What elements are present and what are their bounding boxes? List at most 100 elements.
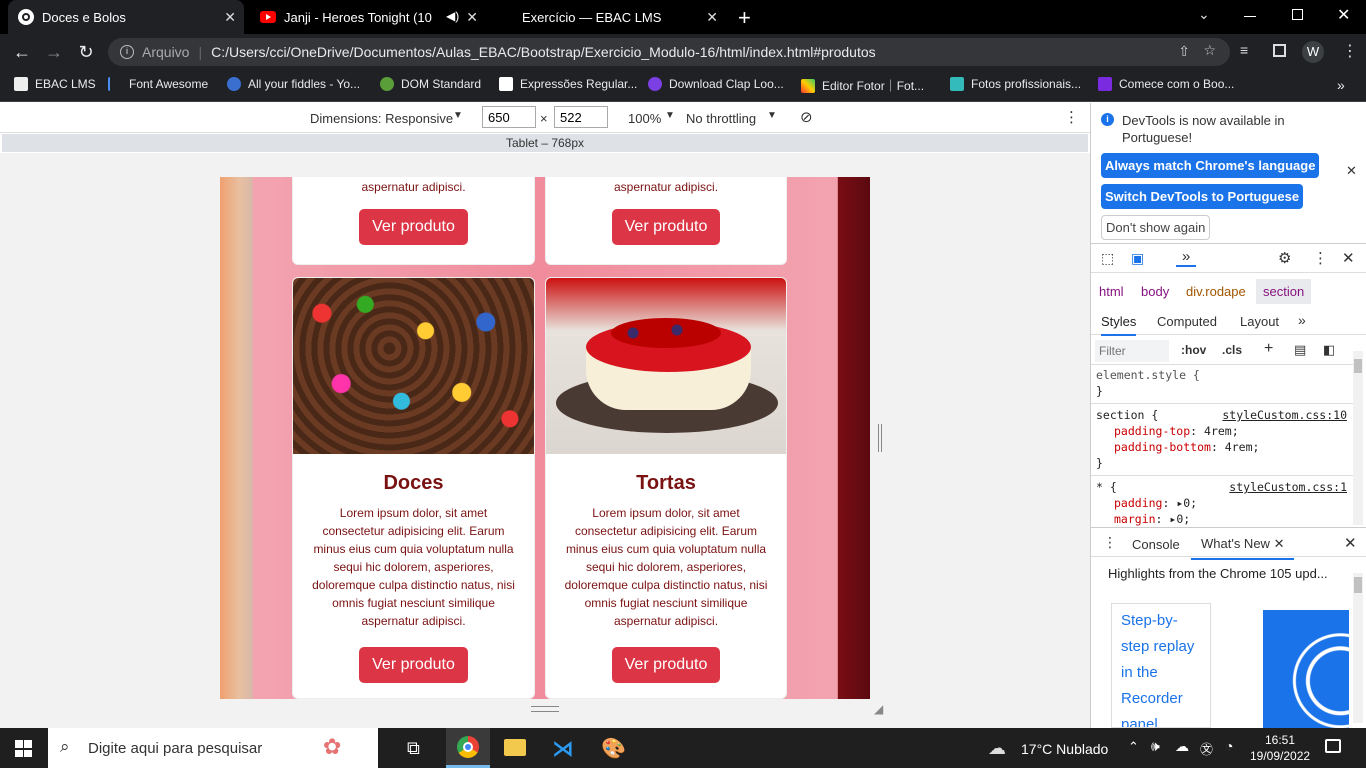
chrome-taskbar-button[interactable] (446, 728, 490, 768)
menu-icon[interactable]: ⋮ (1342, 41, 1358, 61)
maximize-button[interactable] (1292, 9, 1303, 20)
ver-produto-button[interactable]: Ver produto (611, 647, 721, 683)
back-button[interactable]: ← (10, 40, 34, 64)
css-prop[interactable]: padding-bottom (1114, 440, 1211, 454)
switch-portuguese-button[interactable]: Switch DevTools to Portuguese (1101, 184, 1304, 209)
device-toggle-icon[interactable]: ▣ (1131, 250, 1144, 267)
paint-palette-icon[interactable]: 🎨 (601, 736, 626, 761)
css-prop[interactable]: padding-top (1114, 424, 1190, 438)
speaker-icon[interactable]: ◀) (446, 9, 459, 23)
tab-layout[interactable]: Layout (1240, 314, 1279, 329)
add-rule-icon[interactable]: + (1264, 340, 1273, 358)
file-explorer-icon[interactable] (504, 739, 526, 756)
close-icon[interactable]: ✕ (1346, 163, 1357, 179)
throttle-select[interactable]: No throttling (686, 111, 756, 126)
ime-icon[interactable]: ㉆ (1200, 739, 1213, 758)
drawer-tab-console[interactable]: Console (1132, 537, 1180, 552)
dont-show-button[interactable]: Don't show again (1101, 215, 1211, 240)
notifications-icon[interactable] (1325, 739, 1341, 753)
bookmark-regex[interactable]: Expressões Regular... (499, 77, 637, 91)
bookmark-dom[interactable]: DOM Standard (380, 77, 481, 91)
css-value[interactable]: 4rem; (1204, 424, 1239, 438)
wifi-icon[interactable]: ◔ (1225, 738, 1233, 754)
gear-icon[interactable]: ⚙ (1278, 249, 1291, 267)
address-bar[interactable]: i Arquivo | C:/Users/cci/OneDrive/Docume… (108, 38, 1230, 66)
breadcrumb-div[interactable]: div.rodape (1186, 284, 1246, 299)
close-drawer-icon[interactable]: ✕ (1344, 534, 1357, 552)
star-source-link[interactable]: styleCustom.css:1 (1229, 479, 1347, 495)
close-window-button[interactable]: ✕ (1337, 5, 1350, 25)
bookmark-fotos[interactable]: Fotos profissionais... (950, 77, 1081, 91)
drawer-tab-whats-new[interactable]: What's New (1201, 536, 1270, 551)
profile-avatar[interactable]: W (1302, 41, 1324, 63)
clock[interactable]: 16:51 19/09/2022 (1250, 732, 1310, 764)
styles-scrollbar[interactable] (1353, 351, 1363, 525)
resize-handle-bottom[interactable] (531, 706, 559, 712)
cls-toggle[interactable]: .cls (1222, 343, 1242, 357)
css-value[interactable]: 0; (1176, 512, 1190, 526)
more-subtabs-icon[interactable]: » (1298, 312, 1306, 328)
task-view-icon[interactable]: ⧉ (407, 738, 420, 759)
more-options-icon[interactable]: ⋮ (1064, 108, 1079, 126)
ver-produto-button[interactable]: Ver produto (611, 209, 721, 245)
bookmark-jsfiddle[interactable]: All your fiddles - Yo... (227, 77, 360, 91)
close-icon[interactable]: ✕ (706, 9, 718, 26)
weather-text[interactable]: 17°C Nublado (1021, 741, 1108, 757)
ver-produto-button[interactable]: Ver produto (359, 209, 468, 245)
close-icon[interactable]: ✕ (466, 9, 478, 26)
close-devtools-icon[interactable]: ✕ (1342, 249, 1355, 267)
feature-link[interactable]: Step-by-step replay in the Recorder pane… (1111, 603, 1211, 728)
sidepanel-icon[interactable] (1273, 44, 1286, 57)
hov-toggle[interactable]: :hov (1181, 343, 1206, 357)
tab-search-icon[interactable]: ⌄ (1198, 6, 1210, 23)
css-prop[interactable]: padding (1114, 496, 1162, 510)
media-icon[interactable]: ≡ (1240, 42, 1248, 58)
share-icon[interactable]: ⇧ (1178, 43, 1190, 60)
bookmark-fotor[interactable]: Editor Fotor｜Fot... (801, 77, 924, 94)
css-value[interactable]: 4rem; (1225, 440, 1260, 454)
drawer-scrollbar[interactable] (1353, 573, 1363, 723)
ver-produto-button[interactable]: Ver produto (359, 647, 468, 683)
minimize-button[interactable] (1244, 16, 1256, 17)
tab-computed[interactable]: Computed (1157, 314, 1217, 329)
tab-styles[interactable]: Styles (1101, 314, 1137, 336)
tray-chevron-icon[interactable]: ⌃ (1128, 739, 1139, 755)
bookmark-ebac[interactable]: EBAC LMS (14, 77, 96, 91)
section-source-link[interactable]: styleCustom.css:10 (1222, 407, 1347, 423)
styles-filter-input[interactable] (1095, 340, 1169, 362)
inspect-icon[interactable]: ⬚ (1101, 250, 1114, 267)
media-query-bar[interactable]: Tablet – 768px (2, 134, 1088, 152)
bookmark-bootstrap[interactable]: Comece com o Boo... (1098, 77, 1234, 91)
css-prop[interactable]: margin (1114, 512, 1156, 526)
bookmark-fontawesome[interactable]: Font Awesome (108, 77, 208, 91)
menu-icon[interactable]: ⋮ (1313, 249, 1328, 267)
zoom-select[interactable]: 100% (628, 111, 661, 126)
tab-exercicio[interactable]: Exercício — EBAC LMS ✕ (490, 0, 726, 34)
info-icon[interactable]: i (120, 45, 134, 59)
height-input[interactable] (554, 106, 608, 128)
close-icon[interactable]: ✕ (224, 9, 236, 26)
paint-icon[interactable]: ▤ (1294, 342, 1306, 358)
star-icon[interactable]: ☆ (1203, 42, 1216, 59)
rotate-icon[interactable]: ⊘ (800, 108, 813, 126)
sidebar-toggle-icon[interactable]: ◧ (1323, 342, 1335, 358)
tab-janji[interactable]: Janji - Heroes Tonight (10 Ho ◀) ✕ (250, 0, 486, 34)
more-tabs-icon[interactable]: » (1176, 248, 1197, 267)
windows-start-icon[interactable] (15, 740, 32, 757)
more-bookmarks-icon[interactable]: » (1337, 77, 1345, 93)
resize-corner-icon[interactable]: ◢ (874, 702, 883, 716)
new-tab-button[interactable]: + (738, 5, 751, 31)
breadcrumb-section[interactable]: section (1256, 279, 1312, 304)
drawer-menu-icon[interactable]: ⋮ (1103, 534, 1117, 551)
breadcrumb-body[interactable]: body (1141, 284, 1169, 299)
css-value[interactable]: 0; (1183, 496, 1197, 510)
resize-handle-right[interactable] (878, 424, 882, 452)
forward-button[interactable]: → (42, 40, 66, 64)
tab-doces-e-bolos[interactable]: Doces e Bolos ✕ (8, 0, 244, 34)
always-match-button[interactable]: Always match Chrome's language (1101, 153, 1320, 178)
reload-button[interactable]: ↻ (74, 40, 98, 64)
breadcrumb-html[interactable]: html (1099, 284, 1124, 299)
bookmark-clap[interactable]: Download Clap Loo... (648, 77, 784, 91)
onedrive-icon[interactable]: ☁ (1175, 738, 1189, 755)
volume-icon[interactable]: 🕪 (1151, 738, 1160, 755)
